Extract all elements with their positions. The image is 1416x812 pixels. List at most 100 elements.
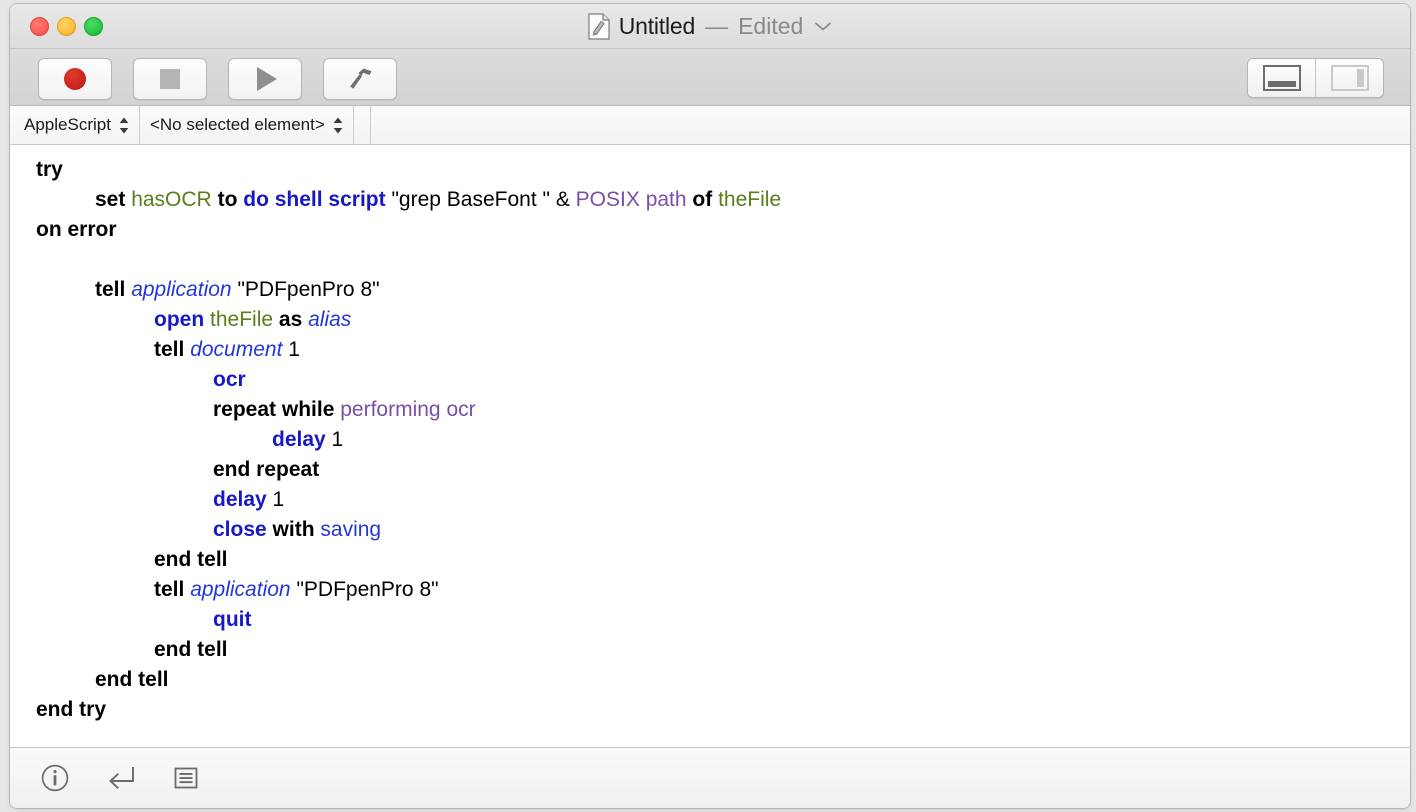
- code-line[interactable]: end try: [10, 695, 1410, 725]
- title-separator: —: [705, 12, 729, 39]
- code-token: delay: [272, 428, 326, 451]
- updown-chevrons-icon: [333, 117, 343, 133]
- log-list-icon[interactable]: [172, 764, 200, 792]
- code-token: end tell: [95, 668, 169, 691]
- right-pane-icon: [1330, 65, 1369, 91]
- code-token: document: [190, 338, 283, 361]
- code-line[interactable]: end tell: [10, 665, 1410, 695]
- code-token: 1: [331, 428, 344, 451]
- code-token: &: [555, 188, 570, 211]
- element-popup-label: <No selected element>: [149, 115, 325, 134]
- code-line[interactable]: ocr: [10, 365, 1410, 395]
- code-line[interactable]: set hasOCR to do shell script "grep Base…: [10, 185, 1410, 215]
- zoom-button[interactable]: [84, 16, 103, 36]
- code-token: theFile: [718, 188, 782, 211]
- compile-button[interactable]: [323, 58, 397, 100]
- page-title: Untitled: [618, 12, 696, 39]
- code-token: try: [36, 158, 63, 181]
- code-token: open: [154, 308, 205, 331]
- run-button[interactable]: [228, 58, 302, 100]
- language-popup-button[interactable]: AppleScript: [10, 106, 140, 144]
- updown-chevrons-icon: [119, 117, 129, 133]
- code-token: delay: [213, 488, 267, 511]
- code-token: with: [272, 518, 315, 541]
- code-token: 1: [272, 488, 285, 511]
- code-token: 1: [288, 338, 300, 361]
- script-document-icon: [588, 12, 610, 40]
- code-token: end repeat: [213, 458, 320, 481]
- chevron-down-icon[interactable]: [814, 21, 832, 32]
- code-line[interactable]: open theFile as alias: [10, 305, 1410, 335]
- description-info-icon[interactable]: [40, 763, 70, 793]
- code-token: tell: [154, 338, 185, 361]
- stop-button[interactable]: [133, 58, 207, 100]
- code-token: hasOCR: [131, 188, 212, 211]
- right-pane-toggle[interactable]: [1315, 59, 1383, 97]
- code-token: tell: [95, 278, 126, 301]
- stop-square-icon: [160, 69, 180, 89]
- result-return-icon[interactable]: [106, 764, 136, 792]
- navbar-spacer: [354, 106, 371, 144]
- code-token: do shell script: [243, 188, 386, 211]
- code-line[interactable]: on error: [10, 215, 1410, 245]
- code-line[interactable]: tell application "PDFpenPro 8": [10, 575, 1410, 605]
- main-toolbar: [10, 49, 1410, 106]
- editor-bottom-bar: [10, 747, 1410, 808]
- code-token: "PDFpenPro 8": [296, 578, 439, 601]
- code-line[interactable]: repeat while performing ocr: [10, 395, 1410, 425]
- code-token: application: [190, 578, 291, 601]
- code-line[interactable]: end tell: [10, 545, 1410, 575]
- code-token: close: [213, 518, 267, 541]
- code-line[interactable]: end tell: [10, 635, 1410, 665]
- minimize-button[interactable]: [57, 16, 76, 36]
- code-line[interactable]: tell document 1: [10, 335, 1410, 365]
- script-navigation-bar: AppleScript <No selected element>: [10, 106, 1410, 145]
- code-token: set: [95, 188, 126, 211]
- code-token: on error: [36, 218, 117, 241]
- code-line[interactable]: quit: [10, 605, 1410, 635]
- play-triangle-icon: [257, 67, 277, 91]
- code-line[interactable]: close with saving: [10, 515, 1410, 545]
- edited-status: Edited: [738, 12, 804, 39]
- code-token: as: [278, 308, 303, 331]
- record-circle-icon: [64, 68, 86, 90]
- code-token: POSIX path: [575, 188, 687, 211]
- code-line[interactable]: delay 1: [10, 425, 1410, 455]
- script-code-editor[interactable]: try set hasOCR to do shell script "grep B…: [10, 145, 1410, 747]
- code-token: "grep BaseFont ": [391, 188, 550, 211]
- code-token: application: [131, 278, 232, 301]
- close-button[interactable]: [30, 16, 49, 36]
- language-popup-label: AppleScript: [24, 115, 111, 134]
- traffic-light-group: [30, 4, 103, 48]
- code-line[interactable]: [10, 245, 1410, 275]
- hammer-icon: [350, 68, 372, 89]
- code-line[interactable]: delay 1: [10, 485, 1410, 515]
- code-token: end try: [36, 698, 107, 721]
- record-button[interactable]: [38, 58, 112, 100]
- code-token: alias: [308, 308, 352, 331]
- code-line[interactable]: end repeat: [10, 455, 1410, 485]
- code-token: ocr: [213, 368, 246, 391]
- code-token: saving: [320, 518, 382, 541]
- code-token: repeat while: [213, 398, 335, 421]
- code-token: end tell: [154, 638, 228, 661]
- view-segmented-control: [1247, 58, 1384, 98]
- element-popup-button[interactable]: <No selected element>: [140, 106, 354, 144]
- code-token: performing ocr: [340, 398, 476, 421]
- code-line[interactable]: try: [10, 155, 1410, 185]
- code-token: theFile: [210, 308, 274, 331]
- bottom-pane-toggle[interactable]: [1248, 59, 1315, 97]
- code-token: "PDFpenPro 8": [237, 278, 380, 301]
- code-token: quit: [213, 608, 252, 631]
- script-editor-window: Untitled — Edited AppleScript <No select…: [10, 4, 1410, 808]
- window-titlebar[interactable]: Untitled — Edited: [10, 4, 1410, 49]
- code-token: end tell: [154, 548, 228, 571]
- window-title-group: Untitled — Edited: [10, 4, 1410, 48]
- code-token: tell: [154, 578, 185, 601]
- navbar-filler: [371, 106, 1410, 144]
- bottom-pane-icon: [1262, 65, 1301, 91]
- toolbar-action-buttons: [38, 58, 397, 100]
- code-token: of: [692, 188, 713, 211]
- code-line[interactable]: tell application "PDFpenPro 8": [10, 275, 1410, 305]
- code-token: to: [217, 188, 238, 211]
